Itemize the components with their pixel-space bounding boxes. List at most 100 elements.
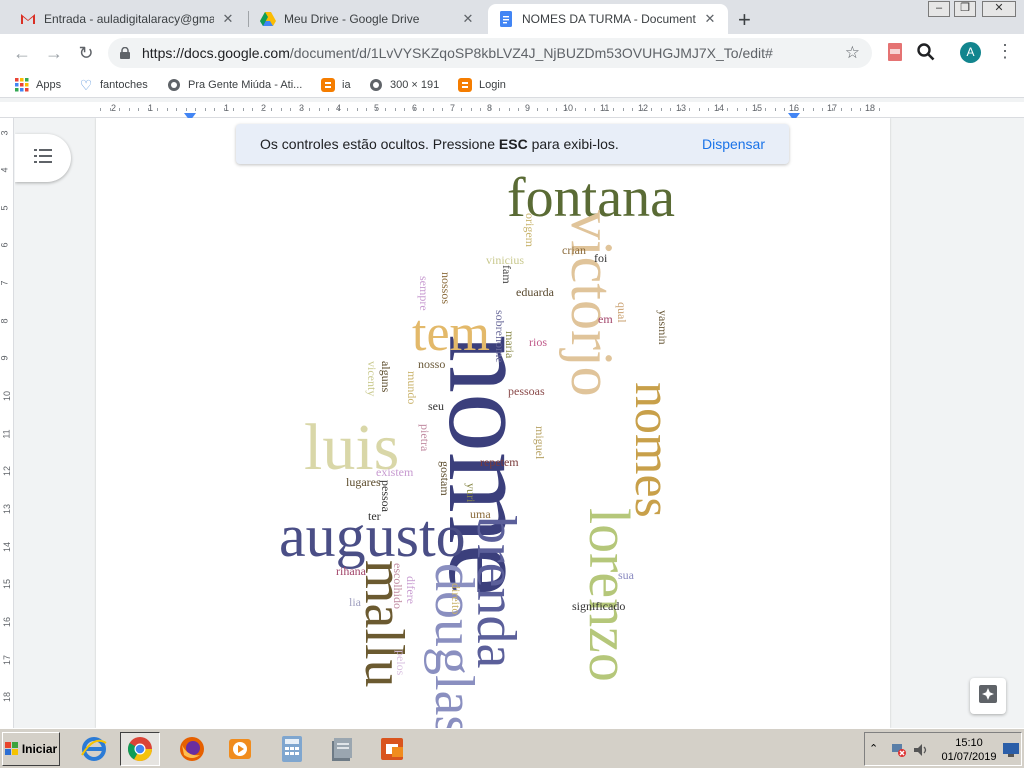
ruler-tick xyxy=(727,108,728,111)
internet-explorer-icon[interactable] xyxy=(74,732,114,766)
address-bar[interactable]: https://docs.google.com/document/d/1LvVY… xyxy=(108,38,872,68)
close-icon[interactable]: ✕ xyxy=(460,11,476,27)
network-icon[interactable] xyxy=(891,742,907,763)
search-icon[interactable] xyxy=(917,43,935,66)
blogger-icon xyxy=(320,77,336,93)
ruler-tick xyxy=(433,108,434,111)
ruler-tick xyxy=(376,108,377,111)
bookmark-apps[interactable]: Apps xyxy=(14,77,61,93)
ruler-tick xyxy=(490,108,491,111)
calculator-icon[interactable] xyxy=(272,732,312,766)
dismiss-button[interactable]: Dispensar xyxy=(702,136,765,152)
ruler-tick xyxy=(699,108,700,111)
tab-drive[interactable]: Meu Drive - Google Drive ✕ xyxy=(250,4,486,34)
word-cloud-word: uma xyxy=(470,507,491,521)
chrome-icon[interactable] xyxy=(120,732,160,766)
ruler-tick xyxy=(718,108,719,111)
ruler-tick xyxy=(328,108,329,111)
ruler-tick xyxy=(138,108,139,111)
ruler-tick xyxy=(528,108,529,111)
close-icon[interactable]: ✕ xyxy=(220,11,236,27)
ruler-tick xyxy=(651,108,652,111)
word-cloud-word: yuri xyxy=(464,483,478,503)
ruler-tick xyxy=(841,108,842,111)
ruler-number: 13 xyxy=(676,103,687,113)
close-icon[interactable]: ✕ xyxy=(702,11,718,27)
word-cloud-word: sua xyxy=(618,568,634,582)
word-cloud-word: difere xyxy=(404,576,418,604)
word-cloud-word: yasmin xyxy=(656,310,670,345)
show-desktop-icon[interactable] xyxy=(1003,743,1019,762)
ruler-tick xyxy=(756,108,757,111)
word-cloud-word: miguel xyxy=(533,426,547,460)
minimize-button[interactable]: – xyxy=(928,1,950,17)
new-tab-button[interactable]: + xyxy=(738,7,751,33)
vertical-ruler-number: 4 xyxy=(0,167,10,173)
close-window-button[interactable]: ✕ xyxy=(982,1,1016,17)
ruler-tick xyxy=(860,108,861,111)
ruler-tick xyxy=(309,108,310,111)
word-cloud-word: fam xyxy=(500,265,514,284)
chevron-up-icon[interactable]: ⌃ xyxy=(869,742,878,755)
word-cloud-word: sempre xyxy=(417,276,431,311)
ruler-tick xyxy=(737,108,738,111)
bookmark-300x191[interactable]: 300 × 191 xyxy=(368,77,439,93)
word-cloud-word: gostam xyxy=(438,461,452,496)
horizontal-ruler[interactable]: 21123456789101112131415161718 xyxy=(0,102,1024,121)
globe-icon xyxy=(368,77,384,93)
pdf-extension-icon[interactable] xyxy=(888,43,902,66)
word-cloud-word: direito xyxy=(449,583,463,615)
profile-avatar[interactable]: A xyxy=(960,42,981,63)
volume-icon[interactable] xyxy=(913,742,929,763)
browser-toolbar: ← → ↻ https://docs.google.com/document/d… xyxy=(0,34,1024,72)
ruler-tick xyxy=(176,108,177,111)
word-cloud-word: existem xyxy=(376,465,414,479)
word-cloud-word: seu xyxy=(428,399,444,413)
presentation-icon[interactable] xyxy=(372,732,412,766)
word-cloud-word: mundo xyxy=(405,371,419,405)
bookmark-pra-gente-miuda[interactable]: Pra Gente Miúda - Ati... xyxy=(166,77,302,93)
ruler-tick xyxy=(642,108,643,111)
explore-button[interactable] xyxy=(970,678,1006,714)
word-cloud-word: rios xyxy=(529,335,547,349)
vertical-ruler-number: 3 xyxy=(0,130,10,136)
vertical-ruler-number: 13 xyxy=(2,503,13,515)
clock[interactable]: 15:10 01/07/2019 xyxy=(937,736,1001,764)
bookmark-star-icon[interactable]: ☆ xyxy=(845,43,860,63)
start-button[interactable]: Iniciar xyxy=(2,732,60,766)
ruler-tick xyxy=(566,108,567,111)
reload-button[interactable]: ↻ xyxy=(74,42,98,64)
ruler-tick xyxy=(822,108,823,111)
tab-gmail[interactable]: Entrada - auladigitalaracy@gmail.com ✕ xyxy=(10,4,246,34)
ruler-tick xyxy=(604,108,605,111)
menu-kebab-icon[interactable]: ⋮ xyxy=(996,41,1014,62)
ruler-number: 14 xyxy=(714,103,725,113)
vertical-ruler[interactable]: 3 4 5 6 7 8 9 10 11 12 13 14 15 16 17 18 xyxy=(0,118,14,728)
ruler-tick xyxy=(585,108,586,111)
ruler-tick xyxy=(547,108,548,111)
document-page[interactable]: nome fontana victorjo nomes tem luis augusto br… xyxy=(96,118,890,728)
files-icon[interactable] xyxy=(322,732,362,766)
word-cloud-word: vicenty xyxy=(365,361,379,397)
ruler-tick xyxy=(366,108,367,111)
vertical-ruler-number: 7 xyxy=(0,280,10,286)
back-button[interactable]: ← xyxy=(10,42,34,64)
bookmark-login[interactable]: Login xyxy=(457,77,506,93)
ruler-tick xyxy=(509,108,510,111)
ruler-tick xyxy=(575,108,576,111)
tab-docs[interactable]: NOMES DA TURMA - Documentos Google ✕ xyxy=(488,4,728,34)
ruler-tick xyxy=(499,108,500,111)
media-player-icon[interactable] xyxy=(220,732,260,766)
forward-button[interactable]: → xyxy=(42,42,66,64)
firefox-icon[interactable] xyxy=(172,732,212,766)
word-cloud-word: qual xyxy=(615,302,629,323)
vertical-ruler-number: 9 xyxy=(0,355,10,361)
restore-button[interactable]: ❐ xyxy=(954,1,976,17)
bookmark-ia[interactable]: ia xyxy=(320,77,351,93)
ruler-tick xyxy=(357,108,358,111)
apps-grid-icon xyxy=(14,77,30,93)
bookmark-fantoches[interactable]: ♡ fantoches xyxy=(78,77,148,93)
ruler-tick xyxy=(632,108,633,111)
document-outline-button[interactable] xyxy=(15,134,71,182)
ruler-tick xyxy=(100,108,101,111)
